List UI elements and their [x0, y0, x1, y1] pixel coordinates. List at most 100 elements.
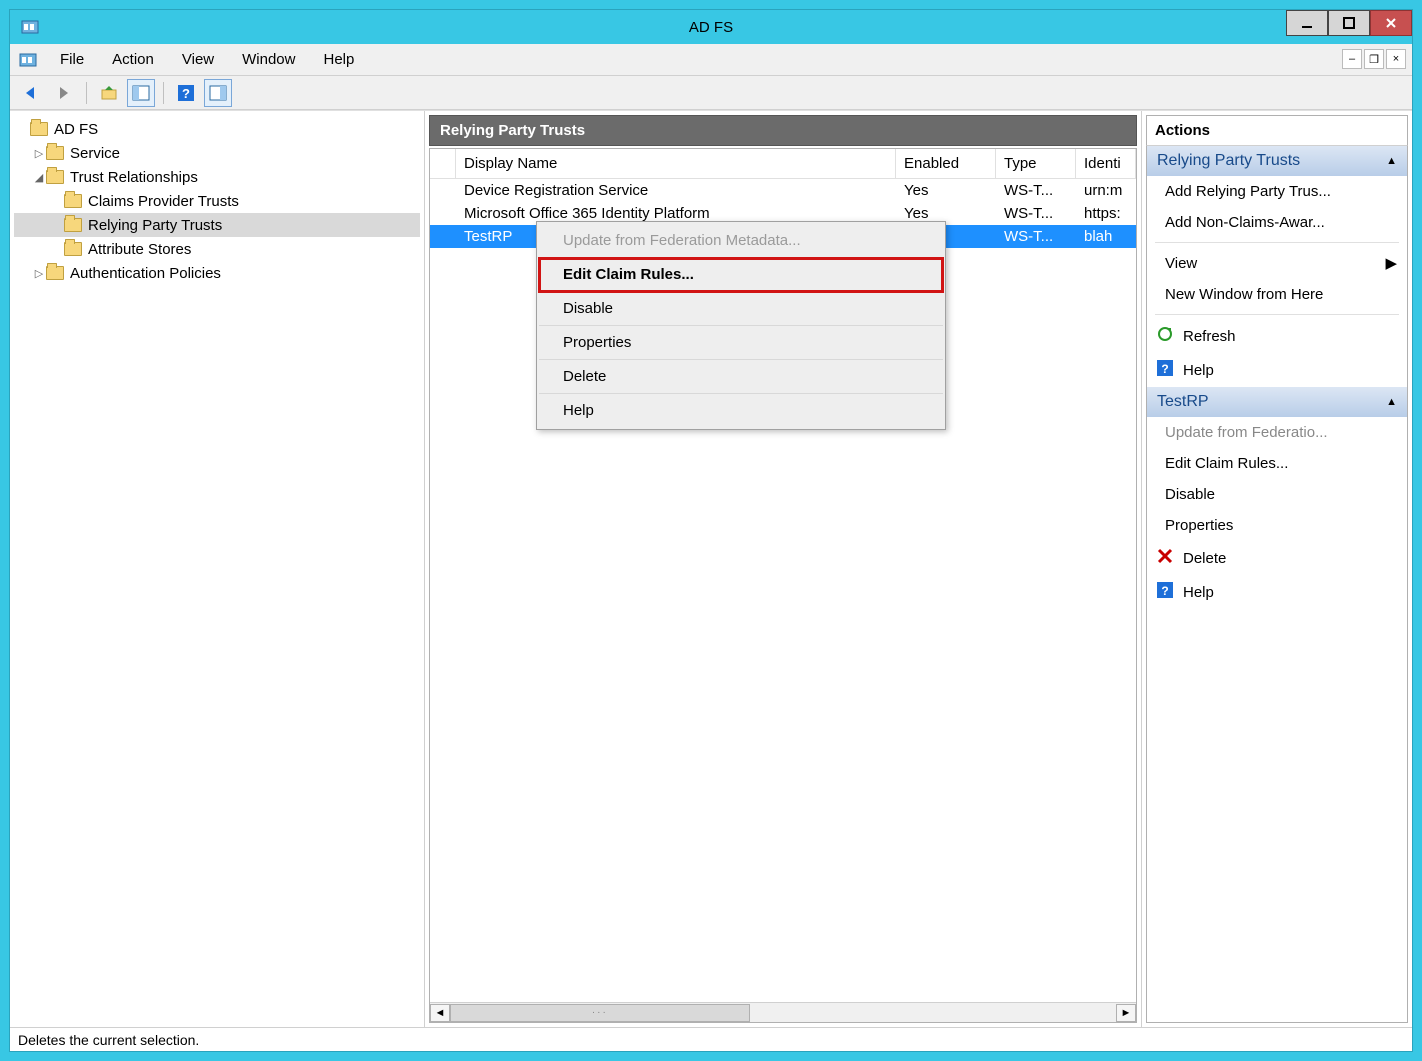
- cell-enabled: Yes: [896, 179, 996, 202]
- action-help-2[interactable]: ? Help: [1147, 575, 1407, 609]
- action-label: Refresh: [1183, 328, 1236, 345]
- tree-service[interactable]: ▷ Service: [14, 141, 420, 165]
- actions-separator: [1155, 314, 1399, 315]
- tree-label: Service: [70, 145, 120, 162]
- action-view[interactable]: View ▶: [1147, 247, 1407, 279]
- menubar: File Action View Window Help – ❐ ×: [10, 44, 1412, 76]
- action-label: New Window from Here: [1165, 286, 1323, 303]
- back-button[interactable]: [18, 79, 46, 107]
- context-properties[interactable]: Properties: [539, 326, 943, 360]
- tree-authentication-policies[interactable]: ▷ Authentication Policies: [14, 261, 420, 285]
- horizontal-scrollbar[interactable]: ◄ ··· ►: [430, 1002, 1136, 1022]
- scroll-left-button[interactable]: ◄: [430, 1004, 450, 1022]
- help-button[interactable]: ?: [172, 79, 200, 107]
- menu-file[interactable]: File: [46, 44, 98, 75]
- action-label: Properties: [1165, 517, 1233, 534]
- folder-icon: [46, 170, 64, 184]
- tree-label: Trust Relationships: [70, 169, 198, 186]
- menu-window[interactable]: Window: [228, 44, 309, 75]
- action-new-window[interactable]: New Window from Here: [1147, 279, 1407, 310]
- scroll-right-button[interactable]: ►: [1116, 1004, 1136, 1022]
- close-button[interactable]: [1370, 10, 1412, 36]
- tree-label: Relying Party Trusts: [88, 217, 222, 234]
- column-identifier[interactable]: Identi: [1076, 149, 1136, 178]
- tree-relying-party-trusts[interactable]: ▸ Relying Party Trusts: [14, 213, 420, 237]
- listview: Display Name Enabled Type Identi Device …: [429, 148, 1137, 1023]
- folder-icon: [46, 146, 64, 160]
- status-text: Deletes the current selection.: [18, 1032, 199, 1048]
- action-disable[interactable]: Disable: [1147, 479, 1407, 510]
- action-label: Add Non-Claims-Awar...: [1165, 214, 1325, 231]
- center-pane: Relying Party Trusts Display Name Enable…: [425, 111, 1142, 1027]
- action-label: Disable: [1165, 486, 1215, 503]
- toolbar-separator: [163, 82, 164, 104]
- tree-root-adfs[interactable]: ▸ AD FS: [14, 117, 420, 141]
- show-tree-button[interactable]: [127, 79, 155, 107]
- app-window: AD FS File Action View Window Help – ❐ ×…: [9, 9, 1413, 1052]
- action-properties[interactable]: Properties: [1147, 510, 1407, 541]
- mdi-restore-button[interactable]: ❐: [1364, 49, 1384, 69]
- action-update-metadata: Update from Federatio...: [1147, 417, 1407, 448]
- context-delete[interactable]: Delete: [539, 360, 943, 394]
- show-actions-button[interactable]: [204, 79, 232, 107]
- mdi-close-button[interactable]: ×: [1386, 49, 1406, 69]
- minimize-button[interactable]: [1286, 10, 1328, 36]
- scroll-track[interactable]: ···: [450, 1004, 1116, 1022]
- forward-button[interactable]: [50, 79, 78, 107]
- actions-group-label: TestRP: [1157, 393, 1209, 411]
- action-label: Edit Claim Rules...: [1165, 455, 1288, 472]
- statusbar: Deletes the current selection.: [10, 1027, 1412, 1051]
- mdi-minimize-button[interactable]: –: [1342, 49, 1362, 69]
- action-add-non-claims[interactable]: Add Non-Claims-Awar...: [1147, 207, 1407, 238]
- toolbar: ?: [10, 76, 1412, 110]
- action-help[interactable]: ? Help: [1147, 353, 1407, 387]
- actions-group-label: Relying Party Trusts: [1157, 152, 1300, 170]
- maximize-button[interactable]: [1328, 10, 1370, 36]
- action-label: Help: [1183, 362, 1214, 379]
- cell-type: WS-T...: [996, 202, 1076, 225]
- submenu-arrow-icon: ▶: [1385, 254, 1397, 272]
- action-refresh[interactable]: Refresh: [1147, 319, 1407, 353]
- action-label: Help: [1183, 584, 1214, 601]
- cell-ident: blah: [1076, 225, 1136, 248]
- tree-attribute-stores[interactable]: ▸ Attribute Stores: [14, 237, 420, 261]
- scroll-thumb[interactable]: ···: [450, 1004, 750, 1022]
- context-menu: Update from Federation Metadata... Edit …: [536, 221, 946, 430]
- cell-ident: https:: [1076, 202, 1136, 225]
- mdi-controls: – ❐ ×: [1342, 49, 1406, 69]
- folder-icon: [46, 266, 64, 280]
- actions-group-rp-trusts[interactable]: Relying Party Trusts ▲: [1147, 146, 1407, 176]
- action-add-rp-trust[interactable]: Add Relying Party Trus...: [1147, 176, 1407, 207]
- collapse-caret-icon: ▲: [1386, 155, 1397, 167]
- help-icon: ?: [1157, 360, 1173, 380]
- actions-group-testrp[interactable]: TestRP ▲: [1147, 387, 1407, 417]
- tree-trust-relationships[interactable]: ◢ Trust Relationships: [14, 165, 420, 189]
- app-icon: [20, 17, 40, 37]
- tree-label: Authentication Policies: [70, 265, 221, 282]
- column-enabled[interactable]: Enabled: [896, 149, 996, 178]
- action-edit-claim-rules[interactable]: Edit Claim Rules...: [1147, 448, 1407, 479]
- tree-claims-provider-trusts[interactable]: ▸ Claims Provider Trusts: [14, 189, 420, 213]
- actions-title: Actions: [1146, 115, 1408, 146]
- column-spacer: [430, 149, 456, 178]
- folder-icon: [64, 242, 82, 256]
- folder-icon: [64, 218, 82, 232]
- context-disable[interactable]: Disable: [539, 292, 943, 326]
- action-label: Update from Federatio...: [1165, 424, 1328, 441]
- action-delete[interactable]: Delete: [1147, 541, 1407, 575]
- context-help[interactable]: Help: [539, 394, 943, 427]
- table-row[interactable]: Device Registration Service Yes WS-T... …: [430, 179, 1136, 202]
- column-display-name[interactable]: Display Name: [456, 149, 896, 178]
- up-button[interactable]: [95, 79, 123, 107]
- menu-help[interactable]: Help: [309, 44, 368, 75]
- window-controls: [1286, 10, 1412, 36]
- menu-view[interactable]: View: [168, 44, 228, 75]
- listview-header: Display Name Enabled Type Identi: [430, 149, 1136, 179]
- context-edit-claim-rules[interactable]: Edit Claim Rules...: [539, 258, 943, 292]
- collapse-caret-icon: ▲: [1386, 396, 1397, 408]
- svg-text:?: ?: [1161, 584, 1168, 598]
- menu-action[interactable]: Action: [98, 44, 168, 75]
- svg-text:?: ?: [1161, 362, 1168, 376]
- window-title: AD FS: [10, 19, 1412, 36]
- column-type[interactable]: Type: [996, 149, 1076, 178]
